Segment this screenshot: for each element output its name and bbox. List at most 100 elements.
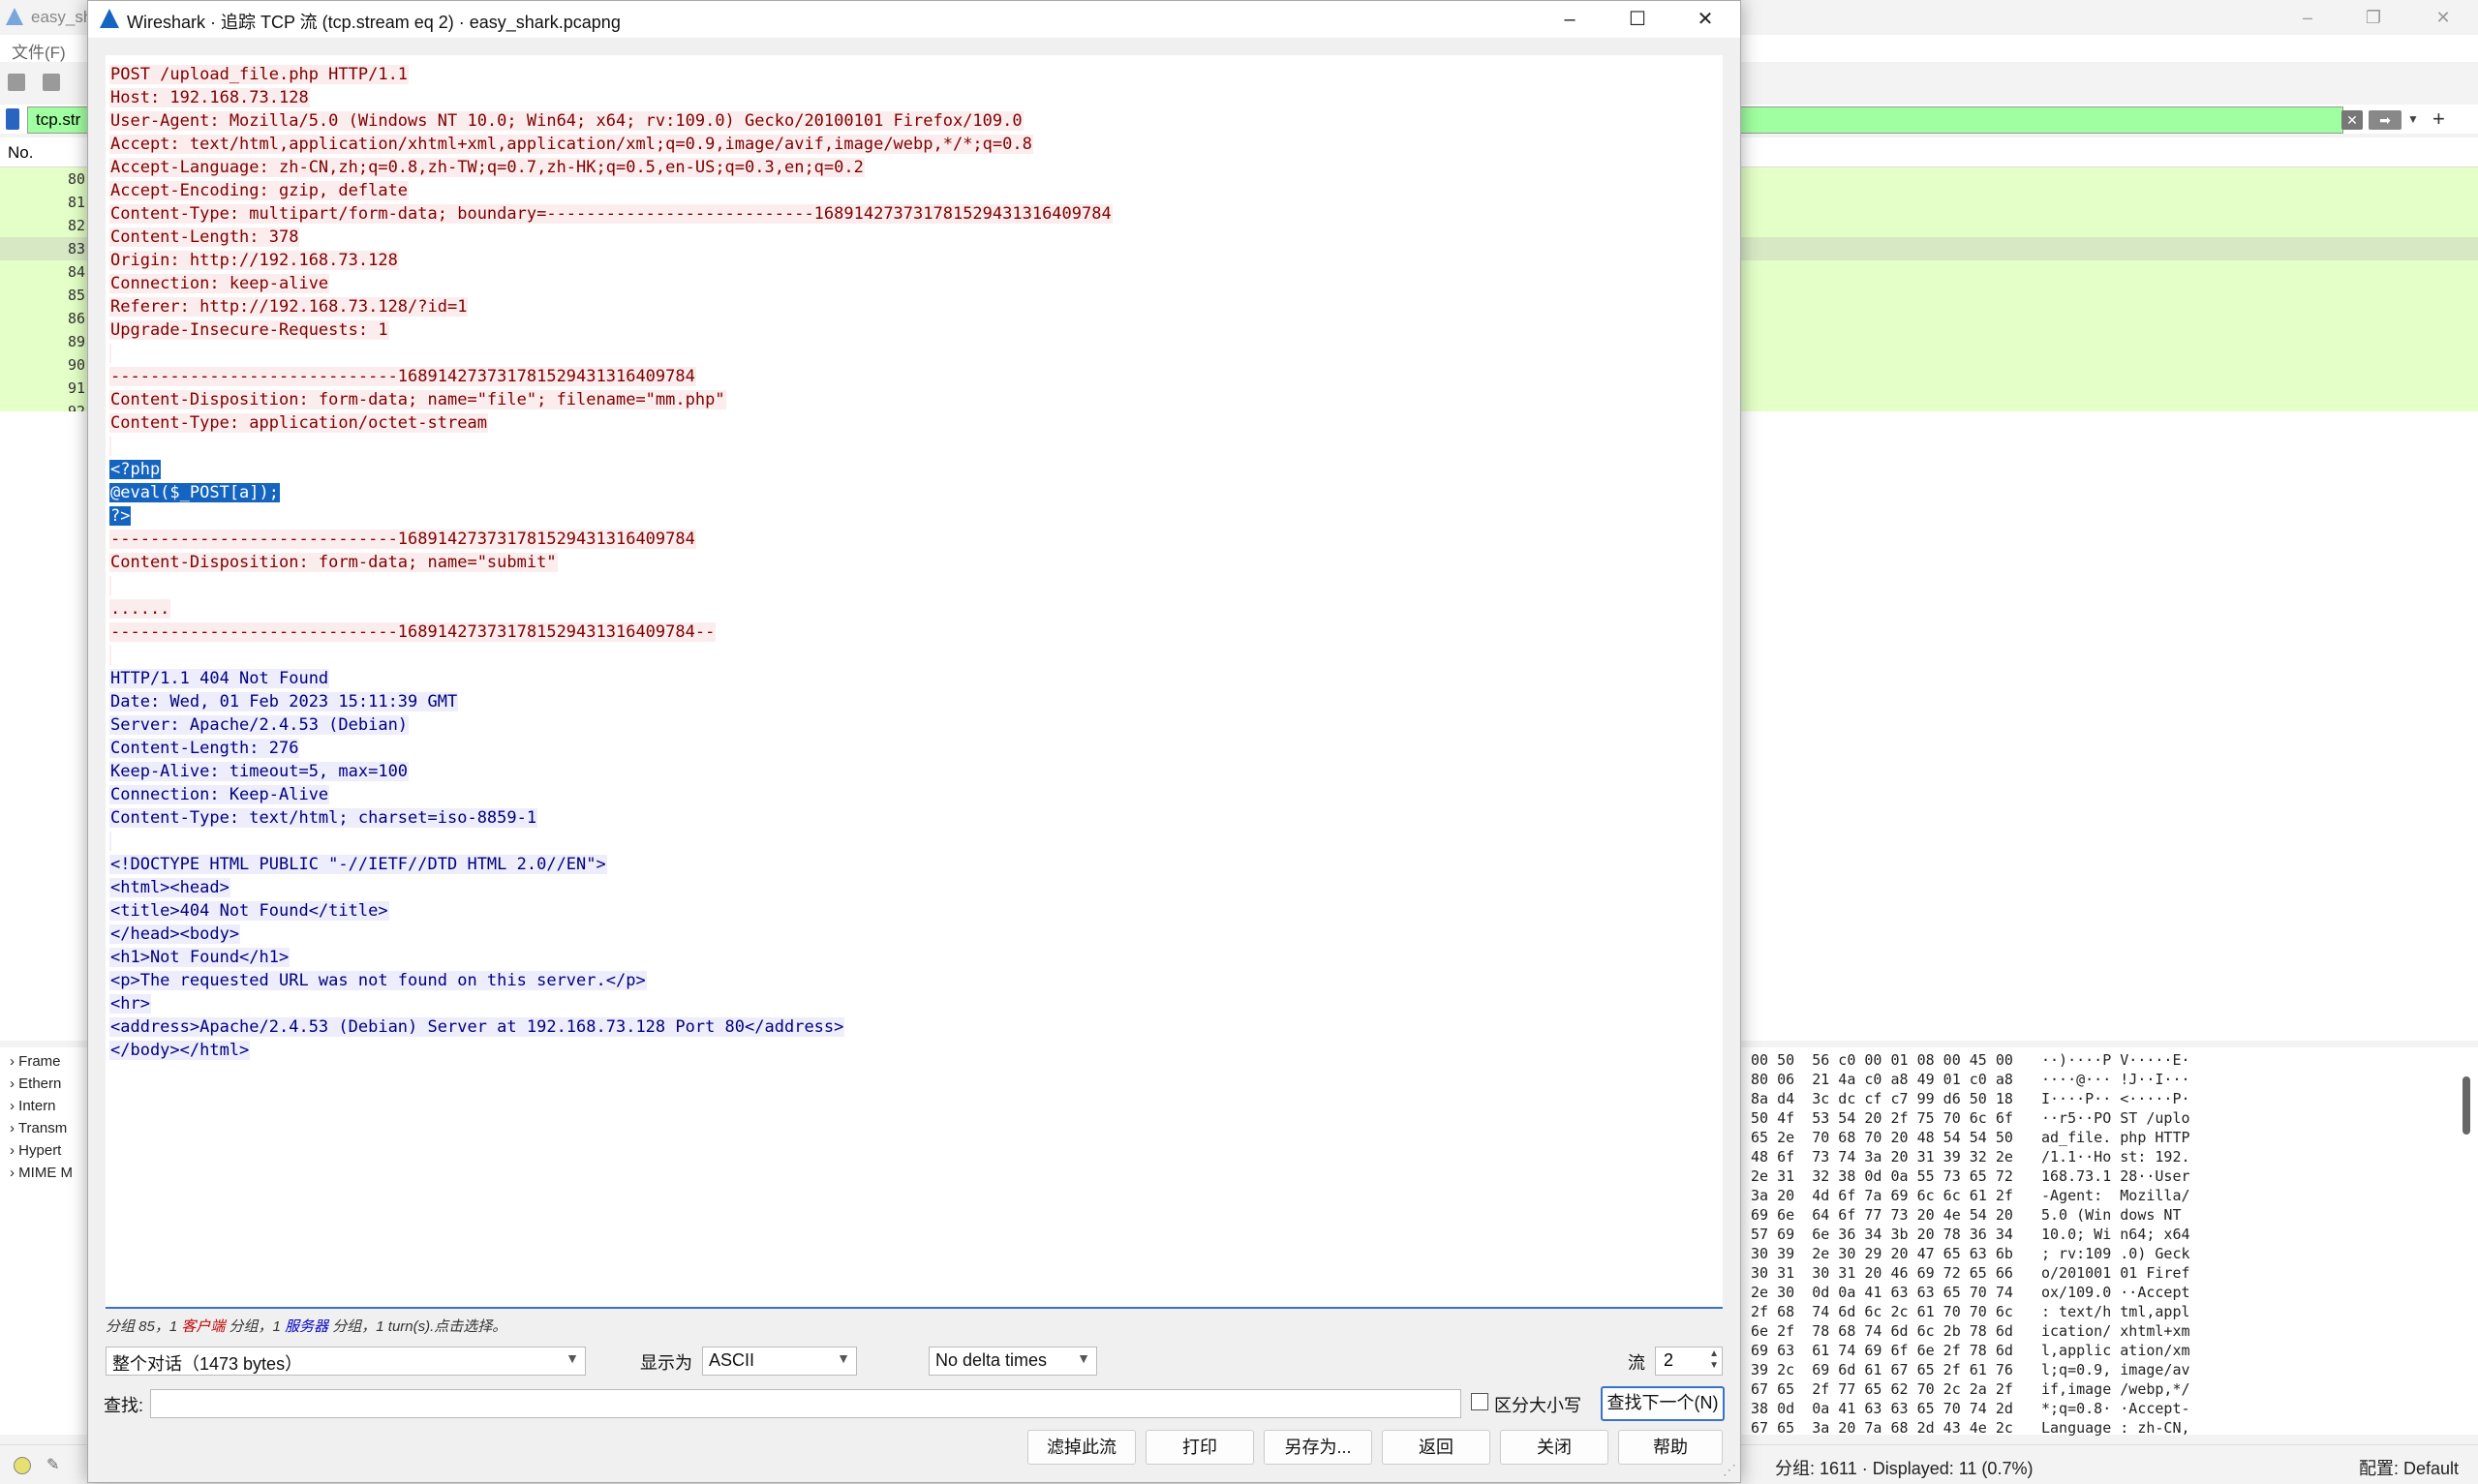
case-sensitive-label[interactable]: 区分大小写 xyxy=(1494,1392,1581,1417)
resize-grip-icon[interactable]: ⋰ xyxy=(1723,1462,1736,1478)
menu-file[interactable]: 文件(F) xyxy=(12,39,66,63)
stream-line[interactable]: Content-Type: text/html; charset=iso-885… xyxy=(109,806,1113,830)
stream-line[interactable]: Content-Length: 276 xyxy=(109,737,1113,760)
close-button[interactable]: 关闭 xyxy=(1500,1430,1608,1465)
detail-tree-item[interactable]: › Transm xyxy=(10,1120,67,1136)
chevron-right-icon[interactable]: › xyxy=(10,1142,18,1159)
show-as-select[interactable]: ASCII ▼ xyxy=(702,1347,857,1376)
detail-tree-item[interactable]: › Hypert xyxy=(10,1142,61,1159)
ascii-line[interactable]: Language : zh-CN, xyxy=(2041,1419,2190,1437)
stream-line[interactable]: <h1>Not Found</h1> xyxy=(109,946,1113,969)
filter-out-button[interactable]: 滤掉此流 xyxy=(1027,1430,1136,1465)
bookmark-icon[interactable] xyxy=(6,108,19,130)
save-as-button[interactable]: 另存为... xyxy=(1264,1430,1372,1465)
expert-info-icon[interactable] xyxy=(14,1457,31,1474)
close-icon[interactable]: ✕ xyxy=(1676,3,1734,36)
ascii-line[interactable]: -Agent: Mozilla/ xyxy=(2041,1187,2190,1204)
stop-icon[interactable] xyxy=(43,74,60,91)
hex-line[interactable]: 80 06 21 4a c0 a8 49 01 c0 a8 xyxy=(1751,1071,2013,1088)
stream-number-spinbox[interactable]: 2 ▲ ▼ xyxy=(1655,1347,1723,1376)
stream-line[interactable]: <hr> xyxy=(109,992,1113,1015)
stream-line[interactable]: <address>Apache/2.4.53 (Debian) Server a… xyxy=(109,1015,1113,1039)
stream-line[interactable]: -----------------------------16891427373… xyxy=(109,365,1113,388)
stream-line[interactable]: </body></html> xyxy=(109,1039,1113,1062)
spin-down-icon[interactable]: ▼ xyxy=(1709,1360,1719,1371)
summary-server-link[interactable]: 服务器 xyxy=(285,1318,328,1335)
chevron-right-icon[interactable]: › xyxy=(10,1165,18,1181)
stream-line[interactable]: Accept-Encoding: gzip, deflate xyxy=(109,179,1113,202)
ascii-line[interactable]: l,applic ation/xm xyxy=(2041,1342,2190,1359)
stream-line[interactable]: </head><body> xyxy=(109,923,1113,946)
stream-line[interactable]: Connection: Keep-Alive xyxy=(109,783,1113,806)
help-button[interactable]: 帮助 xyxy=(1618,1430,1723,1465)
ascii-line[interactable]: I····P·· <·····P· xyxy=(2041,1090,2190,1107)
maximize-icon[interactable]: ☐ xyxy=(1608,3,1667,36)
stream-line[interactable]: Host: 192.168.73.128 xyxy=(109,86,1113,109)
stream-line[interactable]: Referer: http://192.168.73.128/?id=1 xyxy=(109,295,1113,318)
ascii-line[interactable]: o/201001 01 Firef xyxy=(2041,1264,2190,1282)
stream-line[interactable] xyxy=(109,574,1113,597)
hex-line[interactable]: 30 39 2e 30 29 20 47 65 63 6b xyxy=(1751,1245,2013,1262)
shark-fin-icon[interactable] xyxy=(8,74,25,91)
hex-line[interactable]: 69 6e 64 6f 77 73 20 4e 54 20 xyxy=(1751,1206,2013,1224)
hex-line[interactable]: 38 0d 0a 41 63 63 65 70 74 2d xyxy=(1751,1400,2013,1417)
ascii-line[interactable]: : text/h tml,appl xyxy=(2041,1303,2190,1320)
stream-line[interactable]: <?php xyxy=(109,458,1113,481)
stream-line[interactable]: Origin: http://192.168.73.128 xyxy=(109,249,1113,272)
clear-filter-icon[interactable]: ✕ xyxy=(2341,110,2363,130)
stream-text[interactable]: POST /upload_file.php HTTP/1.1 Host: 192.… xyxy=(109,63,1113,1062)
profile-indicator[interactable]: 配置: Default xyxy=(2359,1455,2459,1480)
hex-line[interactable]: 65 2e 70 68 70 20 48 54 54 50 xyxy=(1751,1129,2013,1146)
ascii-line[interactable]: 168.73.1 28··User xyxy=(2041,1167,2190,1185)
ascii-line[interactable]: ··r5··PO ST /uplo xyxy=(2041,1109,2190,1127)
ascii-line[interactable]: if,image /webp,*/ xyxy=(2041,1380,2190,1398)
stream-line[interactable]: <!DOCTYPE HTML PUBLIC "-//IETF//DTD HTML… xyxy=(109,853,1113,876)
chevron-right-icon[interactable]: › xyxy=(10,1120,18,1136)
stream-line[interactable]: Accept: text/html,application/xhtml+xml,… xyxy=(109,133,1113,156)
stream-line[interactable] xyxy=(109,435,1113,458)
print-button[interactable]: 打印 xyxy=(1146,1430,1254,1465)
restore-icon[interactable]: ❐ xyxy=(2351,4,2396,31)
stream-line[interactable]: Keep-Alive: timeout=5, max=100 xyxy=(109,760,1113,783)
column-header-no[interactable]: No. xyxy=(8,143,33,163)
hex-line[interactable]: 6e 2f 78 68 74 6d 6c 2b 78 6d xyxy=(1751,1322,2013,1340)
ascii-line[interactable]: ··)····P V·····E· xyxy=(2041,1051,2190,1069)
stream-line[interactable]: Date: Wed, 01 Feb 2023 15:11:39 GMT xyxy=(109,690,1113,713)
stream-line[interactable]: Content-Type: application/octet-stream xyxy=(109,411,1113,435)
detail-tree-item[interactable]: › MIME M xyxy=(10,1165,73,1181)
hex-line[interactable]: 2e 31 32 38 0d 0a 55 73 65 72 xyxy=(1751,1167,2013,1185)
chevron-right-icon[interactable]: › xyxy=(10,1098,18,1114)
hex-line[interactable]: 67 65 2f 77 65 62 70 2c 2a 2f xyxy=(1751,1380,2013,1398)
stream-line[interactable] xyxy=(109,830,1113,853)
chevron-down-icon[interactable]: ▼ xyxy=(2407,112,2419,126)
conversation-select[interactable]: 整个对话（1473 bytes） ▼ xyxy=(106,1347,586,1376)
stream-line[interactable]: User-Agent: Mozilla/5.0 (Windows NT 10.0… xyxy=(109,109,1113,133)
stream-line[interactable]: POST /upload_file.php HTTP/1.1 xyxy=(109,63,1113,86)
stream-line[interactable]: ...... xyxy=(109,597,1113,621)
stream-line[interactable]: Content-Length: 378 xyxy=(109,226,1113,249)
ascii-line[interactable]: ication/ xhtml+xm xyxy=(2041,1322,2190,1340)
chevron-right-icon[interactable]: › xyxy=(10,1075,18,1092)
stream-line[interactable]: Content-Type: multipart/form-data; bound… xyxy=(109,202,1113,226)
ascii-line[interactable]: ad_file. php HTTP xyxy=(2041,1129,2190,1146)
ascii-line[interactable]: /1.1··Ho st: 192. xyxy=(2041,1148,2190,1166)
stream-line[interactable]: Connection: keep-alive xyxy=(109,272,1113,295)
stream-line[interactable]: Content-Disposition: form-data; name="fi… xyxy=(109,388,1113,411)
apply-filter-icon[interactable]: ➡ xyxy=(2369,110,2402,130)
ascii-line[interactable]: 5.0 (Win dows NT xyxy=(2041,1206,2190,1224)
stream-line[interactable]: ?> xyxy=(109,504,1113,528)
stream-line[interactable] xyxy=(109,644,1113,667)
find-input[interactable] xyxy=(150,1389,1461,1418)
ascii-line[interactable]: ox/109.0 ··Accept xyxy=(2041,1284,2190,1301)
edit-comment-icon[interactable]: ✎ xyxy=(46,1455,59,1474)
hex-line[interactable]: 2f 68 74 6d 6c 2c 61 70 70 6c xyxy=(1751,1303,2013,1320)
minimize-icon[interactable]: – xyxy=(1541,3,1599,36)
chevron-right-icon[interactable]: › xyxy=(10,1053,18,1070)
hex-line[interactable]: 50 4f 53 54 20 2f 75 70 6c 6f xyxy=(1751,1109,2013,1127)
case-sensitive-checkbox[interactable] xyxy=(1471,1393,1488,1410)
stream-line[interactable]: <html><head> xyxy=(109,876,1113,899)
back-button[interactable]: 返回 xyxy=(1382,1430,1490,1465)
stream-line[interactable]: -----------------------------16891427373… xyxy=(109,528,1113,551)
hex-line[interactable]: 39 2c 69 6d 61 67 65 2f 61 76 xyxy=(1751,1361,2013,1378)
spin-up-icon[interactable]: ▲ xyxy=(1709,1348,1719,1359)
